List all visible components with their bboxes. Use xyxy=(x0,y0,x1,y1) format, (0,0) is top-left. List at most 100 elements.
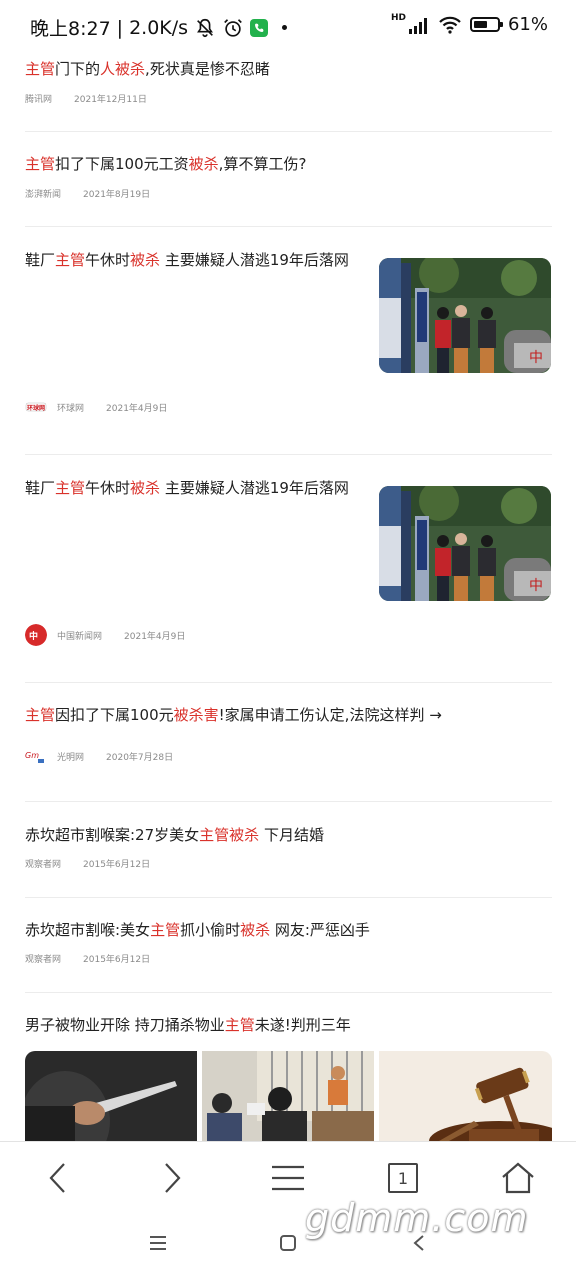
news-meta: 观察者网 2015年6月12日 xyxy=(25,952,150,965)
svg-text:环球网: 环球网 xyxy=(27,404,45,412)
chevron-left-icon xyxy=(49,1163,65,1193)
huanqiu-logo: 环球网 xyxy=(25,402,47,412)
status-right: HD 61% xyxy=(390,12,548,36)
news-title[interactable]: 主管扣了下属100元工资被杀,算不算工伤? xyxy=(25,153,552,175)
status-left: 晚上8:27 | 2.0K/s xyxy=(30,14,288,41)
news-meta: Gm 光明网 2020年7月28日 xyxy=(25,745,173,767)
bell-muted-icon xyxy=(197,18,214,37)
news-item[interactable]: 男子被物业开除 持刀捅杀物业主管未遂!判刑三年 xyxy=(25,1014,552,1141)
news-date: 2021年12月11日 xyxy=(74,95,147,105)
title-highlight: 人被杀 xyxy=(100,60,146,78)
news-source: 中国新闻网 xyxy=(57,631,103,642)
status-bar: 晚上8:27 | 2.0K/s HD 61% xyxy=(0,0,576,48)
title-highlight: 主管 xyxy=(25,706,56,724)
tabs-count: 1 xyxy=(388,1163,418,1193)
news-source: 腾讯网 xyxy=(25,95,53,105)
alarm-icon xyxy=(224,18,242,37)
news-date: 2021年8月19日 xyxy=(83,190,151,200)
news-item[interactable]: 主管因扣了下属100元被杀害!家属申请工伤认定,法院这样判 → Gm 光明网 2… xyxy=(25,704,552,784)
menu-icon xyxy=(272,1165,304,1191)
divider xyxy=(25,801,552,802)
title-text: 扣了下属100元工资 xyxy=(55,155,189,173)
title-text: 赤坎超市割喉案:27岁美女 xyxy=(25,826,200,844)
wifi-icon xyxy=(439,16,461,34)
news-date: 2021年4月9日 xyxy=(106,403,168,414)
news-title[interactable]: 赤坎超市割喉案:27岁美女主管被杀 下月结婚 xyxy=(25,824,552,846)
menu-button[interactable] xyxy=(268,1160,308,1196)
news-thumbnail-arrest[interactable]: 中 xyxy=(379,486,551,601)
title-text: 午休时 xyxy=(85,479,131,497)
news-meta: 中 中国新闻网 2021年4月9日 xyxy=(25,624,185,646)
signal-icon xyxy=(408,17,427,34)
title-highlight: 主管 xyxy=(55,479,86,497)
forward-button[interactable] xyxy=(152,1160,192,1196)
news-item[interactable]: 赤坎超市割喉:美女主管抓小偷时被杀 网友:严惩凶手 观察者网 2015年6月12… xyxy=(25,919,552,979)
news-item[interactable]: 主管扣了下属100元工资被杀,算不算工伤? 澎湃新闻 2021年8月19日 xyxy=(25,153,552,213)
title-text: 午休时 xyxy=(85,251,131,269)
divider xyxy=(25,131,552,132)
recents-menu-icon[interactable] xyxy=(149,1235,167,1251)
title-text: 赤坎超市割喉:美女 xyxy=(25,921,151,939)
title-text: ,死状真是惨不忍睹 xyxy=(145,60,270,78)
news-date: 2020年7月28日 xyxy=(106,752,174,763)
title-text: !家属申请工伤认定,法院这样判 → xyxy=(218,706,442,724)
divider xyxy=(25,454,552,455)
svg-text:中: 中 xyxy=(529,578,543,594)
network-speed: 2.0K/s xyxy=(129,16,189,39)
news-source: 观察者网 xyxy=(25,860,62,870)
title-highlight: 主管 xyxy=(25,60,56,78)
tabs-button[interactable]: 1 xyxy=(383,1160,423,1196)
svg-text:中: 中 xyxy=(29,630,38,642)
status-separator: | xyxy=(116,16,124,39)
news-item[interactable]: 鞋厂主管午休时被杀 主要嫌疑人潜逃19年后落网 中 中 中国新闻网 2021年4… xyxy=(25,477,552,657)
news-image-gavel[interactable] xyxy=(379,1051,552,1141)
news-date: 2015年6月12日 xyxy=(83,955,151,965)
battery-percent: 61% xyxy=(507,14,548,35)
news-thumbnail-arrest[interactable]: 中 xyxy=(379,258,551,373)
news-title[interactable]: 男子被物业开除 持刀捅杀物业主管未遂!判刑三年 xyxy=(25,1014,552,1036)
chevron-right-icon xyxy=(165,1163,181,1193)
divider xyxy=(25,897,552,898)
title-text: 因扣了下属100元 xyxy=(55,706,174,724)
news-meta: 澎湃新闻 2021年8月19日 xyxy=(25,187,150,200)
guangming-logo: Gm xyxy=(25,751,44,763)
news-date: 2015年6月12日 xyxy=(83,860,151,870)
title-highlight: 主管 xyxy=(224,1016,255,1034)
news-item[interactable]: 主管门下的人被杀,死状真是惨不忍睹 腾讯网 2021年12月11日 xyxy=(25,58,552,118)
news-source: 澎湃新闻 xyxy=(25,190,62,200)
news-item[interactable]: 赤坎超市割喉案:27岁美女主管被杀 下月结婚 观察者网 2015年6月12日 xyxy=(25,824,552,884)
back-button[interactable] xyxy=(38,1160,78,1196)
title-highlight: 被杀 xyxy=(188,155,219,173)
news-source: 光明网 xyxy=(57,752,85,763)
title-highlight: 主管 xyxy=(150,921,181,939)
news-meta: 环球网 环球网 2021年4月9日 xyxy=(25,396,167,418)
system-home-icon[interactable] xyxy=(279,1234,297,1252)
news-item[interactable]: 鞋厂主管午休时被杀 主要嫌疑人潜逃19年后落网 中 环球网 环球网 2021年4… xyxy=(25,249,552,429)
title-highlight: 被杀 xyxy=(130,479,161,497)
news-title[interactable]: 赤坎超市割喉:美女主管抓小偷时被杀 网友:严惩凶手 xyxy=(25,919,552,941)
network-type: HD xyxy=(390,12,406,23)
news-source: 观察者网 xyxy=(25,955,62,965)
title-text: 鞋厂 xyxy=(25,251,56,269)
notification-dot-icon xyxy=(282,25,288,30)
title-text: 主要嫌疑人潜逃19年后落网 xyxy=(160,251,349,269)
news-title[interactable]: 主管门下的人被杀,死状真是惨不忍睹 xyxy=(25,58,552,80)
news-image-knife[interactable] xyxy=(25,1051,197,1141)
divider xyxy=(25,226,552,227)
title-text: 网友:严惩凶手 xyxy=(270,921,370,939)
title-highlight: 被杀 xyxy=(240,921,271,939)
news-source: 环球网 xyxy=(57,403,85,414)
title-highlight: 被杀害 xyxy=(173,706,219,724)
title-highlight: 主管被杀 xyxy=(199,826,260,844)
svg-text:中: 中 xyxy=(529,350,543,366)
clock: 晚上8:27 xyxy=(30,18,111,40)
title-text: 主要嫌疑人潜逃19年后落网 xyxy=(160,479,349,497)
title-text: 抓小偷时 xyxy=(180,921,241,939)
news-title[interactable]: 主管因扣了下属100元被杀害!家属申请工伤认定,法院这样判 → xyxy=(25,704,552,726)
svg-text:Gm: Gm xyxy=(25,751,39,760)
news-meta: 腾讯网 2021年12月11日 xyxy=(25,92,147,105)
title-highlight: 被杀 xyxy=(130,251,161,269)
news-image-courtroom[interactable] xyxy=(202,1051,374,1141)
title-text: 男子被物业开除 持刀捅杀物业 xyxy=(25,1016,225,1034)
home-button[interactable] xyxy=(498,1160,538,1196)
